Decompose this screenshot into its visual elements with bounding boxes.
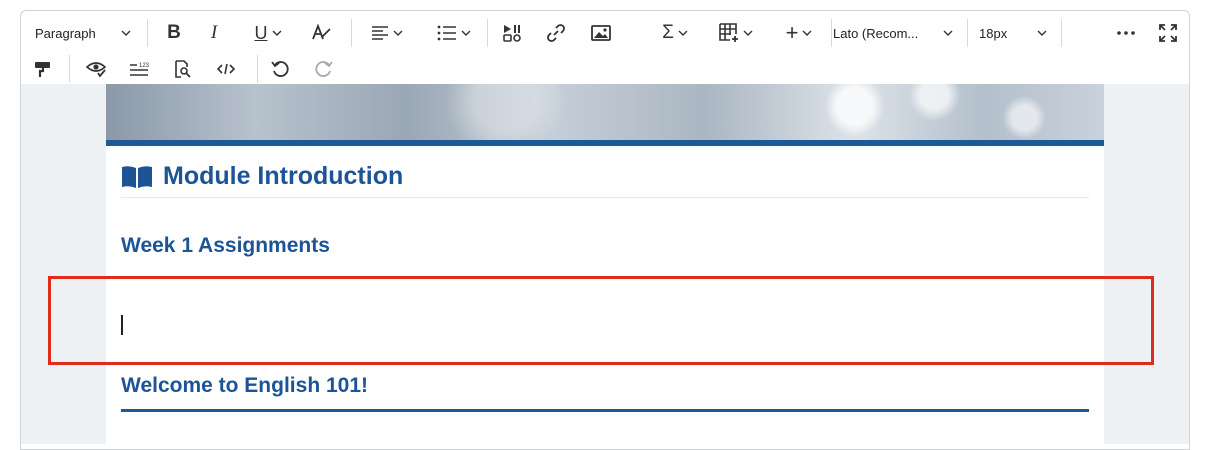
toolbar-row-1: Paragraph B I U Σ + Lato (Recom... 18px bbox=[21, 13, 1189, 53]
underline-icon: U bbox=[254, 22, 268, 43]
more-icon bbox=[1117, 31, 1135, 35]
chevron-down-icon bbox=[393, 30, 403, 36]
paragraph-format-label: Paragraph bbox=[35, 25, 96, 41]
accessibility-checker-button[interactable] bbox=[81, 49, 111, 89]
banner-image bbox=[106, 84, 1104, 140]
bold-icon: B bbox=[167, 22, 181, 43]
font-size-label: 18px bbox=[979, 25, 1008, 41]
toolbar-row-2: 123 bbox=[21, 49, 1189, 89]
undo-icon bbox=[271, 61, 289, 77]
undo-button[interactable] bbox=[265, 49, 295, 89]
text-style-icon bbox=[312, 23, 331, 40]
welcome-divider bbox=[121, 409, 1089, 412]
welcome-heading: Welcome to English 101! bbox=[121, 374, 369, 397]
banner-divider bbox=[106, 140, 1104, 146]
image-icon bbox=[591, 25, 611, 41]
more-button[interactable] bbox=[1111, 13, 1141, 53]
chevron-down-icon bbox=[272, 30, 281, 36]
chevron-down-icon bbox=[678, 30, 688, 36]
book-icon bbox=[122, 165, 152, 188]
text-style-button[interactable] bbox=[304, 13, 338, 53]
module-heading-text: Module Introduction bbox=[163, 162, 404, 190]
media-icon bbox=[503, 25, 521, 42]
highlight-box bbox=[48, 276, 1154, 365]
table-dropdown[interactable] bbox=[711, 13, 761, 53]
format-painter-button[interactable] bbox=[29, 49, 57, 89]
html-editor: Paragraph B I U Σ + Lato (Recom... 18px … bbox=[20, 10, 1190, 450]
paragraph-format-dropdown[interactable]: Paragraph bbox=[29, 13, 137, 53]
paint-roller-icon bbox=[35, 62, 50, 77]
chevron-down-icon bbox=[461, 30, 471, 36]
insert-media-button[interactable] bbox=[497, 13, 527, 53]
word-count-icon: 123 bbox=[130, 63, 149, 76]
link-icon bbox=[547, 24, 565, 42]
svg-text:123: 123 bbox=[139, 63, 149, 69]
italic-button[interactable]: I bbox=[199, 13, 229, 53]
equation-dropdown[interactable]: Σ bbox=[651, 13, 699, 53]
list-dropdown[interactable] bbox=[428, 13, 480, 53]
source-code-icon bbox=[217, 63, 235, 75]
italic-icon: I bbox=[210, 22, 218, 43]
align-left-icon bbox=[372, 26, 388, 40]
underline-button[interactable]: U bbox=[243, 13, 293, 53]
align-dropdown[interactable] bbox=[362, 13, 412, 53]
word-count-button[interactable]: 123 bbox=[124, 49, 154, 89]
fullscreen-button[interactable] bbox=[1153, 13, 1183, 53]
font-family-label: Lato (Recom... bbox=[833, 25, 919, 41]
font-size-dropdown[interactable]: 18px bbox=[979, 13, 1047, 53]
preview-button[interactable] bbox=[167, 49, 197, 89]
bold-button[interactable]: B bbox=[159, 13, 189, 53]
insert-image-button[interactable] bbox=[586, 13, 616, 53]
chevron-down-icon bbox=[943, 30, 953, 36]
module-heading: Module Introduction bbox=[121, 162, 403, 191]
week-heading: Week 1 Assignments bbox=[121, 234, 330, 257]
chevron-down-icon bbox=[121, 30, 131, 36]
fullscreen-icon bbox=[1159, 24, 1177, 42]
preview-icon bbox=[175, 60, 191, 78]
plus-icon: + bbox=[785, 20, 799, 45]
editor-canvas[interactable]: Module Introduction Week 1 Assignments W… bbox=[21, 84, 1189, 444]
chevron-down-icon bbox=[802, 30, 812, 36]
redo-icon bbox=[315, 61, 333, 77]
bullet-list-icon bbox=[437, 25, 456, 41]
source-code-button[interactable] bbox=[211, 49, 241, 89]
content-page[interactable]: Module Introduction Week 1 Assignments W… bbox=[106, 84, 1104, 444]
font-family-dropdown[interactable]: Lato (Recom... bbox=[833, 13, 957, 53]
sigma-icon: Σ bbox=[662, 22, 674, 43]
accessibility-checker-icon bbox=[86, 62, 106, 78]
table-icon bbox=[719, 23, 738, 42]
redo-button[interactable] bbox=[309, 49, 339, 89]
chevron-down-icon bbox=[1037, 30, 1047, 36]
insert-dropdown[interactable]: + bbox=[775, 13, 823, 53]
chevron-down-icon bbox=[743, 30, 753, 36]
heading-divider bbox=[121, 197, 1089, 198]
insert-link-button[interactable] bbox=[541, 13, 571, 53]
